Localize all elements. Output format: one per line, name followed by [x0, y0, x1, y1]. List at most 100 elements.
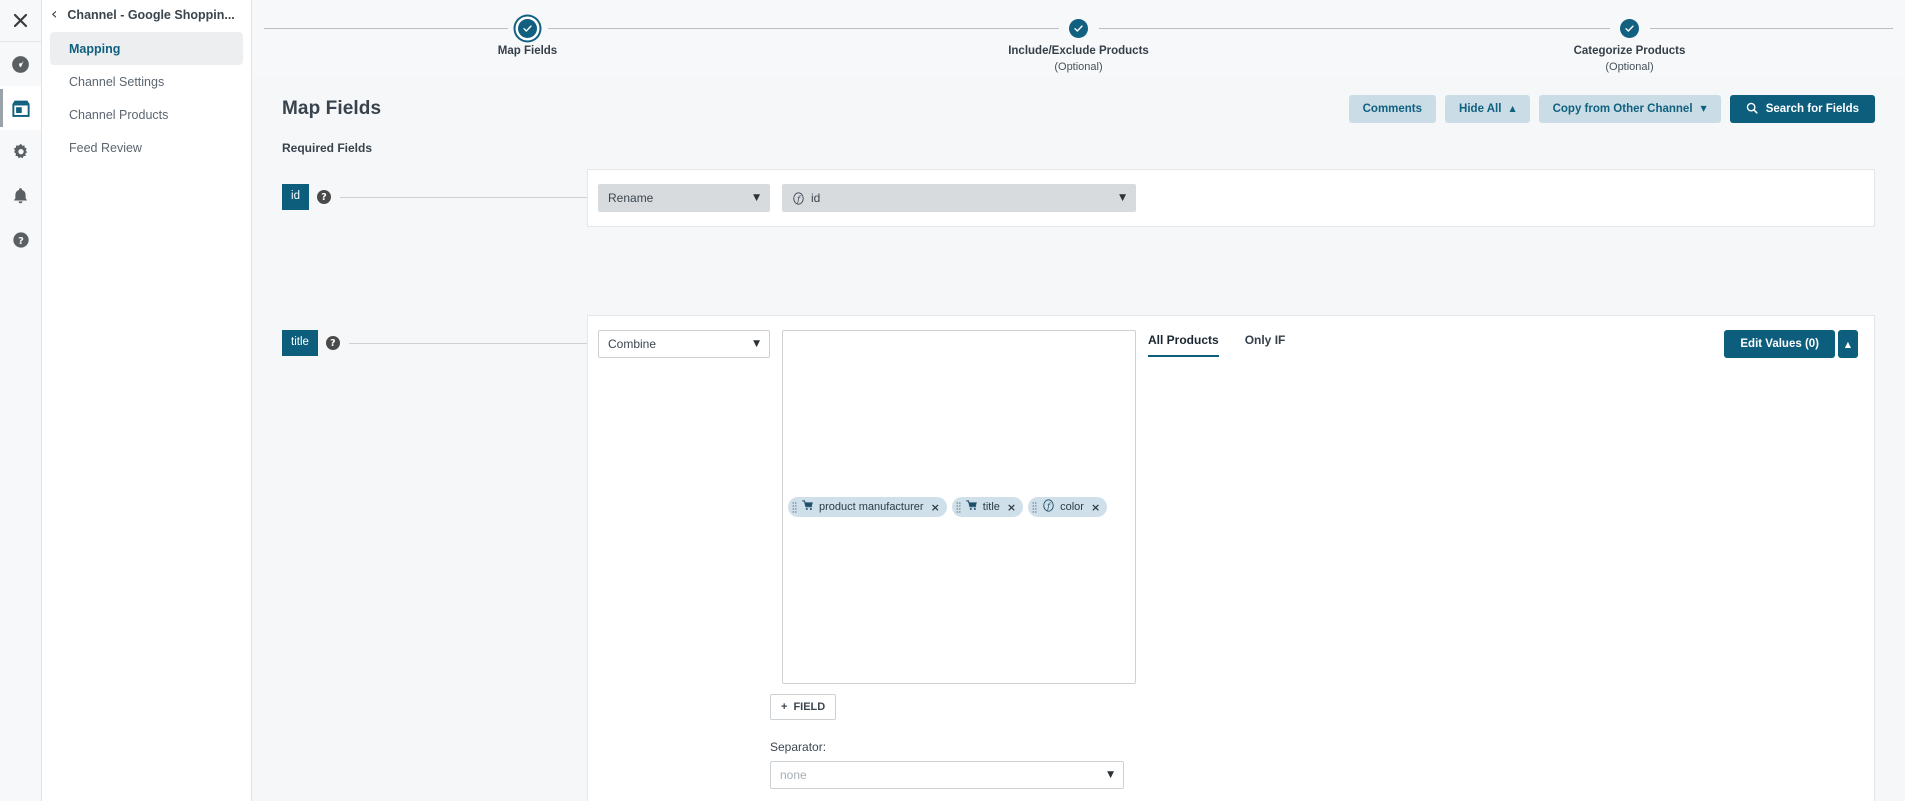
plus-icon: +	[781, 701, 788, 713]
chip-remove-icon[interactable]: ×	[1007, 501, 1016, 514]
tab-only-if[interactable]: Only IF	[1245, 333, 1286, 357]
drag-handle-icon[interactable]	[792, 501, 797, 513]
operation-value: Combine	[608, 337, 657, 351]
check-icon[interactable]	[1620, 19, 1639, 38]
collapse-row-button[interactable]: ▲	[1838, 330, 1858, 358]
step-label: Map Fields	[498, 44, 557, 60]
required-fields-heading: Required Fields	[282, 141, 373, 155]
chip-label: color	[1060, 501, 1084, 513]
step-connector-left	[1354, 28, 1610, 29]
field-badge-id: id	[282, 184, 309, 210]
step-title: Categorize Products	[1573, 45, 1686, 57]
chevron-down-icon: ▼	[753, 339, 760, 349]
field-chip[interactable]: f color ×	[1028, 497, 1108, 517]
tab-label: Only IF	[1244, 333, 1286, 347]
drag-handle-icon[interactable]	[1032, 501, 1037, 513]
wizard-stepper: Map Fields Include/Exclude Products (Opt…	[252, 0, 1905, 76]
connector-line	[340, 196, 587, 198]
value-text: id	[811, 191, 821, 205]
chevron-down-icon: ▼	[1119, 193, 1126, 203]
svg-text:f: f	[1046, 501, 1052, 511]
page-title: Map Fields	[282, 98, 382, 119]
bell-icon[interactable]	[0, 174, 41, 218]
step-connector-right	[1649, 28, 1893, 29]
chip-label: product manufacturer	[819, 501, 924, 513]
step-map-fields[interactable]: Map Fields	[252, 8, 803, 60]
sidebar-item-label: Feed Review	[69, 140, 142, 155]
field-rows: id ? Rename ▼ f id ▼ title ? Combine ▼ p…	[252, 169, 1905, 801]
check-icon[interactable]	[518, 19, 537, 38]
sidebar-item-feed-review[interactable]: Feed Review	[50, 131, 243, 164]
help-icon[interactable]: ?	[325, 336, 340, 350]
icon-rail: ?	[0, 0, 42, 801]
help-icon[interactable]: ?	[317, 190, 331, 204]
step-title: Map Fields	[497, 45, 558, 57]
chip-remove-icon[interactable]: ×	[1091, 501, 1100, 514]
step-include-exclude-products[interactable]: Include/Exclude Products (Optional)	[803, 8, 1354, 75]
search-for-fields-button[interactable]: Search for Fields	[1729, 95, 1875, 123]
store-icon[interactable]	[0, 86, 41, 130]
combine-fields-box[interactable]: product manufacturer × title × f color ×	[782, 330, 1136, 684]
page-header: Map Fields Comments Hide All ▲ Copy from…	[252, 76, 1905, 128]
chevron-left-icon[interactable]: ‹	[51, 5, 57, 24]
add-field-label: FIELD	[793, 701, 826, 713]
connector-line	[348, 342, 587, 344]
cart-icon	[965, 500, 978, 514]
app-root: ? ‹ Channel - Google Shoppin... Mapping …	[0, 0, 1905, 801]
chevron-up-icon: ▲	[1844, 339, 1852, 349]
row-actions-title: Edit Values (0) ▲	[1724, 330, 1858, 358]
step-optional: (Optional)	[1605, 60, 1654, 73]
gear-icon[interactable]	[0, 130, 41, 174]
comments-button[interactable]: Comments	[1348, 95, 1437, 123]
nav-title: Channel - Google Shoppin...	[67, 7, 235, 22]
field-chip[interactable]: product manufacturer ×	[788, 497, 947, 517]
value-select-id[interactable]: f id ▼	[782, 184, 1136, 212]
sidebar-item-label: Channel Products	[69, 107, 169, 122]
field-badge-title: title	[282, 330, 318, 356]
step-title: Include/Exclude Products	[1008, 45, 1149, 57]
field-row-label-area: id ?	[252, 169, 587, 225]
search-label: Search for Fields	[1765, 103, 1859, 115]
chip-label: title	[982, 501, 1000, 513]
chevron-down-icon: ▼	[1107, 770, 1114, 780]
cart-icon	[802, 500, 814, 514]
separator-select[interactable]: none ▼	[770, 761, 1124, 789]
row-spacer	[252, 227, 1905, 315]
secondary-nav: ‹ Channel - Google Shoppin... Mapping Ch…	[42, 0, 252, 801]
step-label: Include/Exclude Products (Optional)	[1008, 44, 1149, 75]
chevron-down-icon: ▼	[1700, 104, 1707, 113]
hide-all-label: Hide All	[1459, 103, 1502, 115]
field-row-title: title ? Combine ▼ product manufacturer ×…	[252, 315, 1905, 801]
chip-remove-icon[interactable]: ×	[931, 501, 940, 514]
page-toolbar: Comments Hide All ▲ Copy from Other Chan…	[1348, 95, 1875, 123]
main-content: Map Fields Include/Exclude Products (Opt…	[252, 0, 1905, 801]
step-connector-left	[264, 28, 508, 29]
add-field-button[interactable]: + FIELD	[770, 694, 837, 720]
field-card-inner: Combine ▼ product manufacturer × title ×…	[588, 330, 1874, 789]
separator-placeholder: none	[780, 768, 807, 782]
sidebar-item-channel-products[interactable]: Channel Products	[50, 98, 243, 131]
tab-all-products[interactable]: All Products	[1148, 333, 1219, 357]
help-circle-icon[interactable]: ?	[0, 218, 41, 262]
step-categorize-products[interactable]: Categorize Products (Optional)	[1354, 8, 1905, 75]
operation-select-id[interactable]: Rename ▼	[598, 184, 770, 212]
check-icon[interactable]	[1069, 19, 1088, 38]
sidebar-item-channel-settings[interactable]: Channel Settings	[50, 65, 243, 98]
field-chip[interactable]: title ×	[951, 497, 1024, 517]
sidebar-item-mapping[interactable]: Mapping	[50, 32, 243, 65]
copy-from-other-channel-button[interactable]: Copy from Other Channel ▼	[1538, 95, 1721, 123]
close-icon[interactable]	[0, 0, 41, 42]
edit-values-button[interactable]: Edit Values (0)	[1724, 330, 1835, 358]
field-card-inner: Rename ▼ f id ▼	[588, 184, 1874, 212]
dashboard-icon[interactable]	[0, 42, 41, 86]
drag-handle-icon[interactable]	[956, 501, 961, 513]
svg-text:?: ?	[18, 236, 24, 247]
chevron-up-icon: ▲	[1509, 104, 1516, 113]
separator-label: Separator:	[770, 740, 827, 754]
operation-select-title[interactable]: Combine ▼	[598, 330, 770, 358]
hide-all-button[interactable]: Hide All ▲	[1445, 95, 1530, 123]
separator-group: Separator: none ▼	[770, 740, 1124, 789]
field-card-id: Rename ▼ f id ▼	[587, 169, 1875, 227]
step-optional: (Optional)	[1054, 60, 1103, 73]
comments-label: Comments	[1362, 103, 1423, 115]
